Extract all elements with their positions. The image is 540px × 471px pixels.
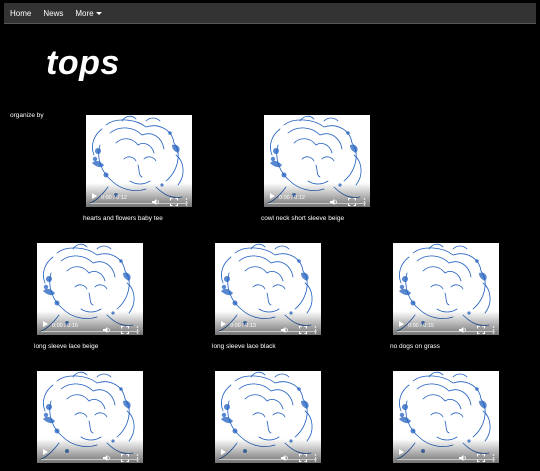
- video-time: 0:00 / 0:12: [279, 195, 305, 201]
- more-options-icon[interactable]: [314, 449, 317, 462]
- nav-more-label: More: [75, 8, 94, 18]
- more-options-icon[interactable]: [136, 449, 139, 462]
- volume-icon[interactable]: [152, 193, 160, 205]
- video-card: [34, 371, 146, 471]
- video-progress-bar[interactable]: [219, 458, 317, 460]
- video-card: 0:00 / 0:15 no dogs on grass: [390, 243, 502, 350]
- video-progress-bar[interactable]: [397, 330, 495, 332]
- video-progress-bar[interactable]: [41, 330, 139, 332]
- video-player[interactable]: 0:00 / 0:15: [393, 243, 499, 335]
- fullscreen-icon[interactable]: [348, 193, 356, 206]
- fullscreen-icon[interactable]: [299, 449, 307, 462]
- video-progress-bar[interactable]: [90, 202, 188, 204]
- video-progress-bar[interactable]: [397, 458, 495, 460]
- volume-icon[interactable]: [103, 321, 111, 333]
- chevron-down-icon: [95, 11, 102, 15]
- video-time: 0:00 / 0:13: [230, 323, 256, 329]
- video-player[interactable]: 0:00 / 0:12: [264, 115, 370, 207]
- video-player[interactable]: [393, 371, 499, 463]
- play-icon[interactable]: [221, 449, 226, 455]
- video-player[interactable]: 0:00 / 0:12: [86, 115, 192, 207]
- play-icon[interactable]: [399, 449, 404, 455]
- play-icon[interactable]: [270, 193, 275, 199]
- nav-news-label: News: [43, 8, 64, 18]
- page-title: tops: [46, 44, 120, 82]
- more-options-icon[interactable]: [363, 193, 366, 206]
- volume-icon[interactable]: [330, 193, 338, 205]
- video-card: 0:00 / 0:15 long sleeve lace beige: [34, 243, 146, 350]
- video-progress-bar[interactable]: [268, 202, 366, 204]
- play-icon[interactable]: [399, 321, 404, 327]
- nav-home[interactable]: Home: [4, 3, 37, 23]
- top-navbar: Home News More: [4, 3, 536, 24]
- play-icon[interactable]: [43, 321, 48, 327]
- video-caption: cowl neck short sleeve beige: [261, 215, 345, 222]
- video-card: 0:00 / 0:12 cowl neck short sleeve beige: [261, 115, 373, 222]
- fullscreen-icon[interactable]: [299, 321, 307, 334]
- nav-news[interactable]: News: [37, 3, 69, 23]
- video-card: 0:00 / 0:13 long sleeve lace black: [212, 243, 324, 350]
- nav-more-dropdown[interactable]: More: [69, 3, 107, 23]
- more-options-icon[interactable]: [185, 193, 188, 206]
- play-icon[interactable]: [92, 193, 97, 199]
- volume-icon[interactable]: [459, 449, 467, 461]
- more-options-icon[interactable]: [136, 321, 139, 334]
- play-icon[interactable]: [221, 321, 226, 327]
- more-options-icon[interactable]: [492, 449, 495, 462]
- fullscreen-icon[interactable]: [121, 449, 129, 462]
- video-time: 0:00 / 0:15: [408, 323, 434, 329]
- video-player[interactable]: [215, 371, 321, 463]
- video-caption: no dogs on grass: [390, 343, 440, 350]
- video-card: [390, 371, 502, 471]
- fullscreen-icon[interactable]: [170, 193, 178, 206]
- more-options-icon[interactable]: [492, 321, 495, 334]
- video-time: 0:00 / 0:12: [101, 195, 127, 201]
- fullscreen-icon[interactable]: [477, 321, 485, 334]
- video-player[interactable]: [37, 371, 143, 463]
- video-player[interactable]: 0:00 / 0:13: [215, 243, 321, 335]
- nav-home-label: Home: [10, 8, 32, 18]
- video-card: [212, 371, 324, 471]
- volume-icon[interactable]: [459, 321, 467, 333]
- video-player[interactable]: 0:00 / 0:15: [37, 243, 143, 335]
- video-time: 0:00 / 0:15: [52, 323, 78, 329]
- video-caption: long sleeve lace beige: [34, 343, 99, 350]
- video-card: 0:00 / 0:12 hearts and flowers baby tee: [83, 115, 195, 222]
- volume-icon[interactable]: [281, 321, 289, 333]
- fullscreen-icon[interactable]: [477, 449, 485, 462]
- fullscreen-icon[interactable]: [121, 321, 129, 334]
- video-caption: hearts and flowers baby tee: [83, 215, 163, 222]
- more-options-icon[interactable]: [314, 321, 317, 334]
- volume-icon[interactable]: [281, 449, 289, 461]
- video-progress-bar[interactable]: [219, 330, 317, 332]
- video-progress-bar[interactable]: [41, 458, 139, 460]
- volume-icon[interactable]: [103, 449, 111, 461]
- play-icon[interactable]: [43, 449, 48, 455]
- video-caption: long sleeve lace black: [212, 343, 276, 350]
- organize-by-label: organize by: [10, 112, 44, 119]
